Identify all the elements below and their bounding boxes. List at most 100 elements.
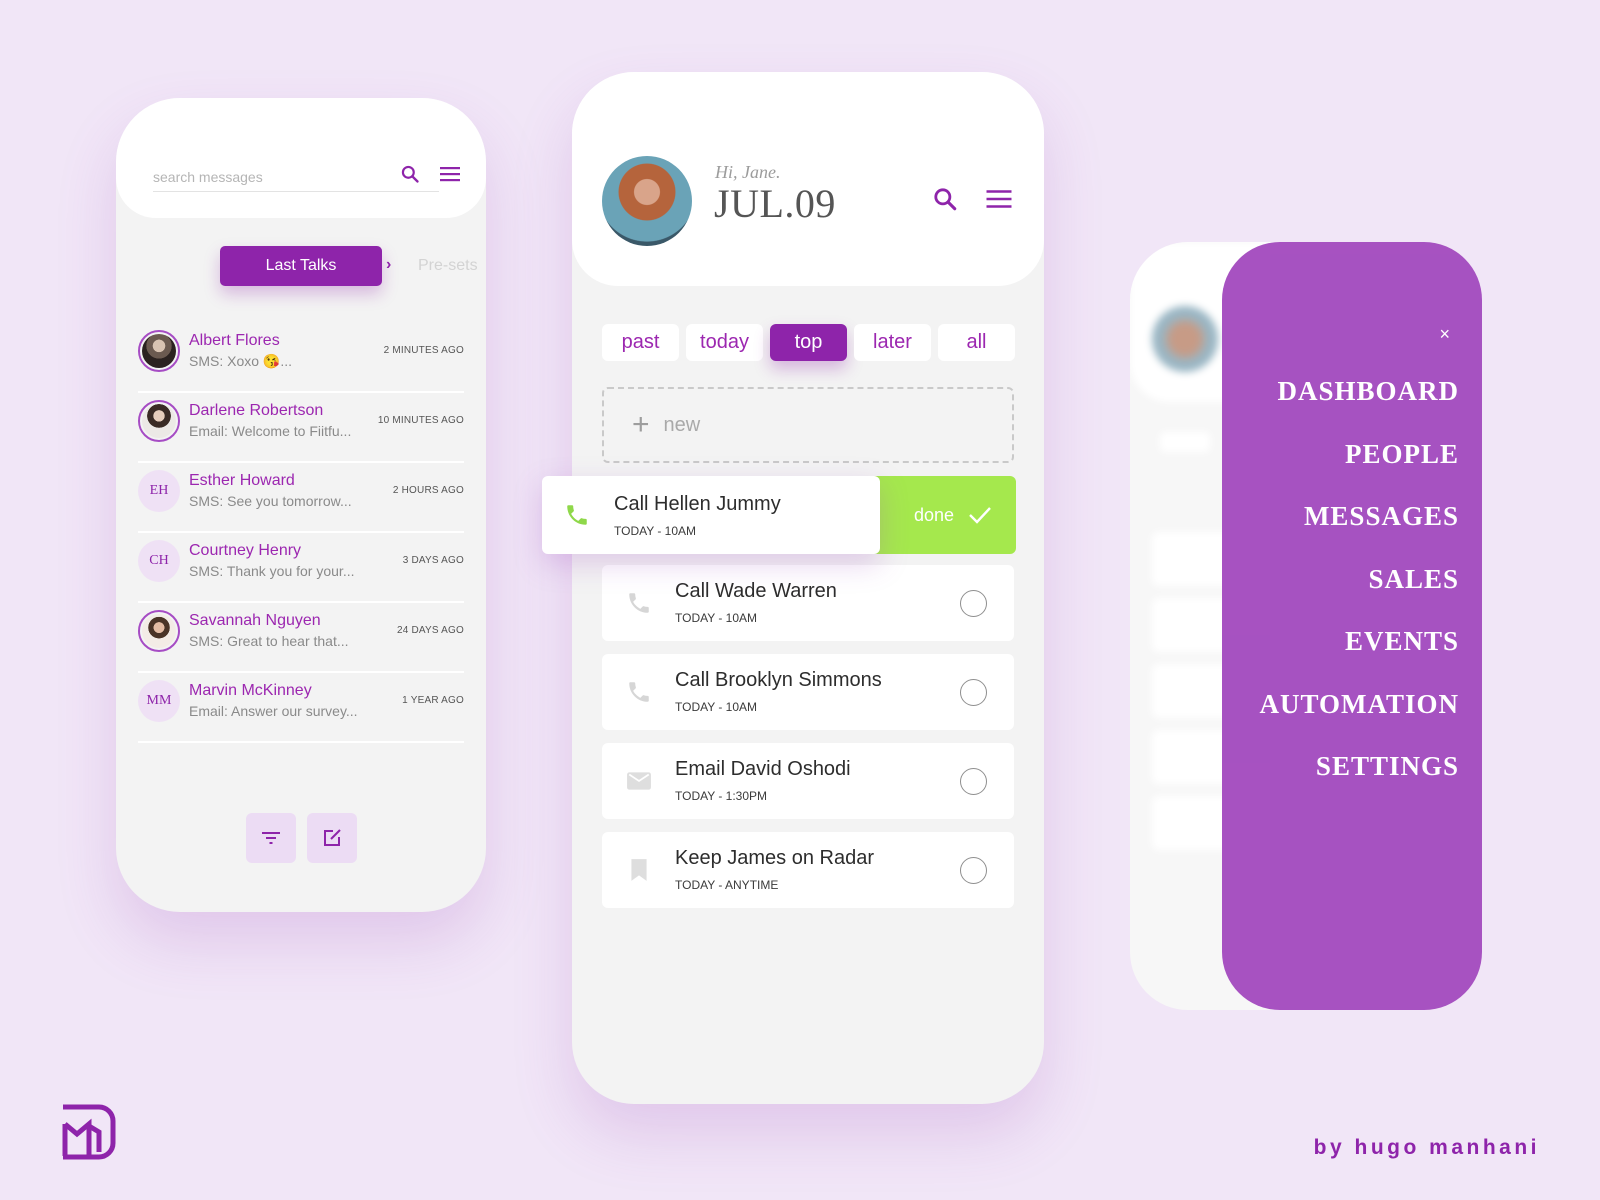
task-time: TODAY - ANYTIME: [675, 878, 779, 892]
task-item[interactable]: Keep James on Radar TODAY - ANYTIME: [602, 832, 1014, 908]
task-title: Email David Oshodi: [675, 758, 851, 780]
time-filter-tabs: past today top later all: [602, 324, 1015, 361]
task-title: Keep James on Radar: [675, 847, 875, 869]
message-time: 24 DAYS AGO: [396, 625, 464, 636]
conversation-list: Albert Flores SMS: Xoxo 😘... 2 MINUTES A…: [138, 323, 464, 743]
presets-tab[interactable]: Pre-sets: [418, 257, 478, 275]
message-time: 10 MINUTES AGO: [377, 415, 464, 426]
task-list: Call Wade Warren TODAY - 10AM Call Brook…: [602, 565, 1014, 921]
contact-name: Savannah Nguyen: [189, 612, 321, 629]
conversation-item[interactable]: MM Marvin McKinney Email: Answer our sur…: [138, 673, 464, 743]
task-item[interactable]: Call Brooklyn Simmons TODAY - 10AM: [602, 654, 1014, 730]
message-preview: Email: Welcome to Fiitfu...: [189, 423, 352, 439]
task-checkbox[interactable]: [960, 768, 987, 795]
compose-icon: [324, 829, 341, 846]
filter-button[interactable]: [246, 813, 296, 863]
menu-item-sales[interactable]: SALES: [1259, 564, 1459, 627]
mail-icon: [627, 772, 651, 790]
avatar-initials: MM: [138, 680, 180, 722]
plus-icon: +: [632, 408, 650, 441]
menu-list: DASHBOARD PEOPLE MESSAGES SALES EVENTS A…: [1259, 376, 1459, 814]
task-time: TODAY - 10AM: [675, 611, 758, 625]
task-item[interactable]: Call Wade Warren TODAY - 10AM: [602, 565, 1014, 641]
tasks-phone: Hi, Jane. JUL.09 past today top later al…: [572, 72, 1044, 1104]
search-icon[interactable]: [930, 184, 960, 214]
current-date: JUL.09: [714, 181, 836, 226]
task-checkbox[interactable]: [960, 857, 987, 884]
hamburger-menu-icon[interactable]: [438, 162, 462, 186]
done-action-button[interactable]: done: [870, 476, 1016, 554]
segment-control: Last Talks › Pre-sets: [116, 246, 486, 286]
chevron-right-icon[interactable]: ›: [386, 256, 391, 274]
message-time: 2 HOURS AGO: [392, 485, 464, 496]
message-preview: Email: Answer our survey...: [189, 703, 358, 719]
contact-name: Albert Flores: [189, 332, 280, 349]
conversation-item[interactable]: Savannah Nguyen SMS: Great to hear that.…: [138, 603, 464, 673]
menu-item-people[interactable]: PEOPLE: [1259, 439, 1459, 502]
menu-item-dashboard[interactable]: DASHBOARD: [1259, 376, 1459, 439]
task-time: TODAY - 10AM: [614, 524, 697, 538]
task-title: Call Wade Warren: [675, 580, 837, 602]
conversation-item[interactable]: EH Esther Howard SMS: See you tomorrow..…: [138, 463, 464, 533]
bookmark-icon: [631, 859, 647, 881]
messages-header: [116, 98, 486, 218]
hamburger-menu-icon[interactable]: [984, 184, 1014, 214]
new-task-label: new: [663, 413, 701, 436]
message-preview: SMS: See you tomorrow...: [189, 493, 352, 509]
contact-name: Courtney Henry: [189, 542, 302, 559]
last-talks-button[interactable]: Last Talks: [220, 246, 382, 286]
conversation-item[interactable]: Albert Flores SMS: Xoxo 😘... 2 MINUTES A…: [138, 323, 464, 393]
contact-name: Esther Howard: [189, 472, 295, 489]
bottom-actions: [246, 813, 357, 863]
menu-item-automation[interactable]: AUTOMATION: [1259, 689, 1459, 752]
message-preview: SMS: Thank you for your...: [189, 563, 355, 579]
tab-past[interactable]: past: [602, 324, 679, 361]
task-title: Call Hellen Jummy: [614, 493, 781, 515]
message-time: 2 MINUTES AGO: [383, 345, 464, 356]
task-item[interactable]: Email David Oshodi TODAY - 1:30PM: [602, 743, 1014, 819]
checkmark-icon: [969, 507, 991, 524]
done-label: done: [913, 504, 954, 525]
phone-icon: [629, 593, 649, 613]
avatar-initials: CH: [138, 540, 180, 582]
menu-item-events[interactable]: EVENTS: [1259, 626, 1459, 689]
hm-logo-icon: [62, 1104, 116, 1160]
task-checkbox[interactable]: [960, 679, 987, 706]
search-input[interactable]: [153, 168, 383, 185]
new-task-button[interactable]: + new: [602, 387, 1014, 463]
conversation-item[interactable]: Darlene Robertson Email: Welcome to Fiit…: [138, 393, 464, 463]
phone-icon: [629, 682, 649, 702]
search-field[interactable]: [153, 162, 439, 192]
task-checkbox[interactable]: [960, 590, 987, 617]
tab-today[interactable]: today: [686, 324, 763, 361]
message-time: 3 DAYS AGO: [402, 555, 464, 566]
search-icon[interactable]: [398, 162, 422, 186]
avatar: [138, 330, 180, 372]
avatar: [138, 610, 180, 652]
tasks-header: Hi, Jane. JUL.09: [572, 72, 1044, 286]
conversation-item[interactable]: CH Courtney Henry SMS: Thank you for you…: [138, 533, 464, 603]
menu-item-messages[interactable]: MESSAGES: [1259, 501, 1459, 564]
messages-phone: Last Talks › Pre-sets Albert Flores SMS:…: [116, 98, 486, 912]
close-icon[interactable]: ×: [1439, 324, 1450, 345]
task-time: TODAY - 10AM: [675, 700, 758, 714]
author-credit: by hugo manhani: [1313, 1136, 1540, 1159]
message-time: 1 YEAR AGO: [402, 695, 464, 706]
phone-icon: [567, 505, 587, 525]
compose-button[interactable]: [307, 813, 357, 863]
tab-top[interactable]: top: [770, 324, 847, 361]
task-title: Call Brooklyn Simmons: [675, 669, 882, 691]
message-preview: SMS: Xoxo 😘...: [189, 353, 293, 369]
contact-name: Marvin McKinney: [189, 682, 312, 699]
swiped-task-card[interactable]: Call Hellen Jummy TODAY - 10AM: [542, 476, 880, 554]
tab-all[interactable]: all: [938, 324, 1015, 361]
filter-icon: [262, 832, 280, 844]
message-preview: SMS: Great to hear that...: [189, 633, 349, 649]
task-time: TODAY - 1:30PM: [675, 789, 768, 803]
contact-name: Darlene Robertson: [189, 402, 324, 419]
profile-avatar[interactable]: [602, 156, 692, 246]
menu-item-settings[interactable]: SETTINGS: [1259, 751, 1459, 814]
avatar-initials: EH: [138, 470, 180, 512]
tab-later[interactable]: later: [854, 324, 931, 361]
avatar: [138, 400, 180, 442]
